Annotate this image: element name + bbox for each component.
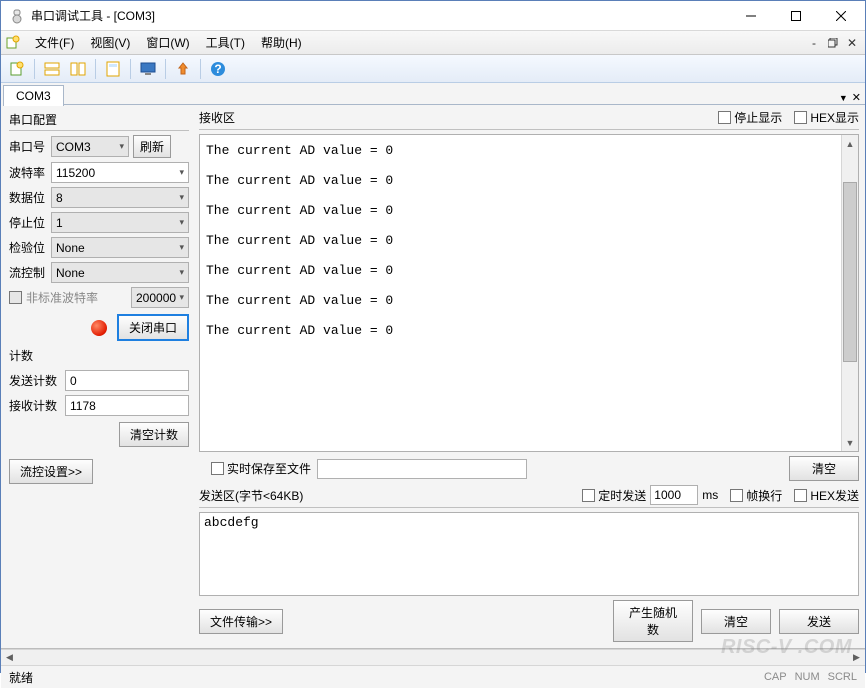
tx-header: 发送区(字节<64KB) 定时发送 1000 ms 帧换行 HEX发送 [199,485,859,508]
chevron-down-icon: ▾ [179,242,184,253]
stopbits-select[interactable]: 1▾ [51,212,189,233]
svg-text:?: ? [214,62,221,76]
databits-select[interactable]: 8▾ [51,187,189,208]
left-panel: 串口配置 串口号 COM3▾ 刷新 波特率 115200▾ 数据位 8▾ 停止位… [1,105,195,648]
baud-label: 波特率 [9,164,51,181]
databits-label: 数据位 [9,189,51,206]
menu-help[interactable]: 帮助(H) [253,31,310,54]
random-button[interactable]: 产生随机数 [613,600,693,642]
recv-count-label: 接收计数 [9,397,65,414]
send-button[interactable]: 发送 [779,609,859,634]
chevron-down-icon: ▾ [179,292,184,303]
send-count-value: 0 [65,370,189,391]
maximize-button[interactable] [773,1,818,30]
new-port-icon[interactable] [5,35,21,51]
status-bar: 就绪 CAP NUM SCRL [1,666,865,688]
chevron-down-icon: ▾ [179,217,184,228]
flow-label: 流控制 [9,264,51,281]
tx-title: 发送区(字节<64KB) [199,487,570,504]
tx-textarea[interactable]: abcdefg [199,512,859,596]
toolbar-calc-icon[interactable] [101,57,125,81]
menu-bar: 文件(F) 视图(V) 窗口(W) 工具(T) 帮助(H) - ✕ [1,31,865,55]
baud-select[interactable]: 115200▾ [51,162,189,183]
save-path-input[interactable] [317,459,527,479]
toolbar-upload-icon[interactable] [171,57,195,81]
rx-body: The current AD value = 0 The current AD … [199,134,859,452]
toolbar-monitor-icon[interactable] [136,57,160,81]
app-icon [9,8,25,24]
save-row: 实时保存至文件 清空 [199,456,859,481]
right-panel: 接收区 停止显示 HEX显示 The current AD value = 0 … [195,105,865,648]
close-button[interactable] [818,1,863,30]
hex-display-checkbox[interactable]: HEX显示 [794,109,859,126]
menu-window[interactable]: 窗口(W) [138,31,197,54]
tab-strip: COM3 ▼ ✕ [1,83,865,105]
parity-label: 检验位 [9,239,51,256]
send-count-label: 发送计数 [9,372,65,389]
frame-wrap-checkbox[interactable]: 帧换行 [730,487,782,504]
nonstd-label: 非标准波特率 [26,289,98,306]
interval-input[interactable]: 1000 [650,485,698,505]
horizontal-scrollbar[interactable]: ◀ ▶ [1,649,865,666]
status-ready: 就绪 [9,669,756,686]
timed-send-checkbox[interactable]: 定时发送 [582,487,646,504]
parity-select[interactable]: None▾ [51,237,189,258]
window-title: 串口调试工具 - [COM3] [31,7,728,24]
clear-tx-button[interactable]: 清空 [701,609,771,634]
counter-group-title: 计数 [9,347,189,366]
file-transfer-button[interactable]: 文件传输>> [199,609,283,634]
flow-settings-button[interactable]: 流控设置>> [9,459,93,484]
scroll-down-icon[interactable]: ▼ [842,434,858,451]
pause-display-checkbox[interactable]: 停止显示 [718,109,782,126]
ms-label: ms [702,488,718,502]
record-indicator-icon [91,320,107,336]
realtime-save-checkbox[interactable]: 实时保存至文件 [211,460,311,477]
minimize-button[interactable] [728,1,773,30]
refresh-button[interactable]: 刷新 [133,135,171,158]
chevron-down-icon: ▾ [119,141,124,152]
chevron-down-icon: ▾ [179,192,184,203]
mdi-close-icon[interactable]: ✕ [843,35,861,51]
clear-count-button[interactable]: 清空计数 [119,422,189,447]
nonstd-checkbox[interactable] [9,291,22,304]
mdi-minimize-icon[interactable]: - [805,35,823,51]
menu-tools[interactable]: 工具(T) [198,31,253,54]
toolbar-tile-vert-icon[interactable] [66,57,90,81]
menu-view[interactable]: 视图(V) [82,31,138,54]
rx-title: 接收区 [199,109,706,126]
toolbar-new-icon[interactable] [5,57,29,81]
scroll-right-icon[interactable]: ▶ [848,650,865,665]
tab-close-icon[interactable]: ✕ [852,91,861,104]
title-bar: 串口调试工具 - [COM3] [1,1,865,31]
port-label: 串口号 [9,138,51,155]
tab-dropdown-icon[interactable]: ▼ [839,93,848,103]
scroll-left-icon[interactable]: ◀ [1,650,18,665]
menu-file[interactable]: 文件(F) [27,31,82,54]
toolbar: ? [1,55,865,83]
recv-count-value: 1178 [65,395,189,416]
mdi-restore-icon[interactable] [824,35,842,51]
port-select[interactable]: COM3▾ [51,136,129,157]
scroll-thumb[interactable] [843,182,857,362]
vertical-scrollbar[interactable]: ▲ ▼ [841,135,858,451]
rx-content[interactable]: The current AD value = 0 The current AD … [200,135,841,451]
rx-header: 接收区 停止显示 HEX显示 [199,109,859,130]
flow-select[interactable]: None▾ [51,262,189,283]
chevron-down-icon: ▾ [179,267,184,278]
toolbar-help-icon[interactable]: ? [206,57,230,81]
hex-send-checkbox[interactable]: HEX发送 [794,487,859,504]
toolbar-tile-horiz-icon[interactable] [40,57,64,81]
stopbits-label: 停止位 [9,214,51,231]
chevron-down-icon: ▾ [179,167,184,178]
nonstd-value[interactable]: 200000▾ [131,287,189,308]
tx-footer: 文件传输>> 产生随机数 清空 发送 [199,600,859,642]
clear-rx-button[interactable]: 清空 [789,456,859,481]
close-port-button[interactable]: 关闭串口 [117,314,189,341]
scroll-up-icon[interactable]: ▲ [842,135,858,152]
workspace: 串口配置 串口号 COM3▾ 刷新 波特率 115200▾ 数据位 8▾ 停止位… [1,105,865,649]
config-group-title: 串口配置 [9,111,189,131]
tab-com3[interactable]: COM3 [3,85,64,106]
